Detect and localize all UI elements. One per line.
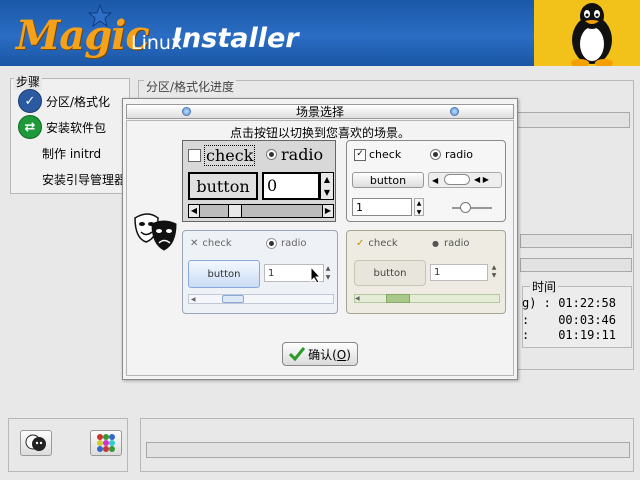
checkbox-label: check <box>202 238 232 249</box>
slider-knob[interactable] <box>460 202 471 213</box>
scroll-left-icon[interactable]: ◀ <box>188 204 200 218</box>
time-value: 01:22:58 <box>558 296 616 310</box>
radio-label: radio <box>443 238 470 249</box>
time-row-remaining: : 01:19:11 <box>522 328 616 342</box>
dialog-title: 场景选择 <box>295 105 344 119</box>
confirm-label: 确认(O) <box>308 347 351 362</box>
theater-masks-icon <box>134 213 177 251</box>
games-button[interactable] <box>90 430 122 456</box>
classic-spin-arrows-icon[interactable]: ▲ ▼ <box>320 172 334 200</box>
logo-magic-text: Magic <box>16 12 150 59</box>
blue-button[interactable]: button <box>188 260 260 288</box>
checkbox-icon <box>188 149 201 162</box>
star-icon <box>88 4 112 28</box>
time-row-used: : 00:03:46 <box>522 313 616 327</box>
blue-radio[interactable]: radio <box>266 238 306 249</box>
checkbox-label: check <box>368 238 398 249</box>
clean-button[interactable]: button <box>352 172 424 188</box>
theater-masks-icon <box>25 434 46 451</box>
green-check-icon <box>289 347 306 361</box>
cross-check-icon: ✕ <box>190 238 199 249</box>
overall-progress-bar <box>146 442 630 458</box>
checkbox-checked-icon: ✓ <box>354 148 366 161</box>
step-label: 安装引导管理器 <box>42 172 127 187</box>
scroll-right-icon[interactable]: ▶ <box>322 204 334 218</box>
beige-radio[interactable]: ● radio <box>432 238 469 249</box>
step-label: 制作 initrd <box>42 146 102 161</box>
tux-penguin-icon <box>571 3 613 67</box>
step-make-initrd: 制作 initrd <box>42 142 101 164</box>
clean-check[interactable]: ✓ check <box>354 148 401 161</box>
step-partition: ✓ 分区/格式化 <box>18 89 111 113</box>
blue-check[interactable]: ✕ check <box>190 238 232 249</box>
clean-radio[interactable]: radio <box>430 148 473 161</box>
scroll-thumb[interactable] <box>228 204 242 218</box>
beige-button[interactable]: button <box>354 260 426 286</box>
confirm-button[interactable]: 确认(O) <box>282 342 358 366</box>
scroll-arrows-icon: ◀ ▶ <box>474 175 489 184</box>
radio-icon <box>266 238 277 249</box>
scroll-thumb[interactable] <box>386 294 410 303</box>
scroll-thumb[interactable] <box>222 295 244 303</box>
clean-spin-input[interactable]: 1 <box>352 198 412 216</box>
beige-check[interactable]: ✓ check <box>356 238 398 249</box>
radio-label: radio <box>281 238 307 249</box>
radio-label: radio <box>281 145 324 164</box>
time-key: g) : <box>522 296 551 310</box>
step-install-bootloader: 安装引导管理器 <box>42 168 126 190</box>
clean-slider-track[interactable] <box>452 207 492 209</box>
scroll-thumb[interactable] <box>444 174 470 185</box>
mouse-pointer-icon <box>310 266 322 284</box>
checkbox-label: check <box>369 148 402 161</box>
time-value: 00:03:46 <box>558 313 616 327</box>
time-key: : <box>522 313 530 327</box>
titlebar-right-dot-icon <box>450 107 459 116</box>
time-panel-title: 时间 <box>530 278 559 295</box>
classic-scrollbar[interactable] <box>188 204 334 218</box>
time-row-elapsed: g) : 01:22:58 <box>522 296 616 310</box>
beige-spin-input[interactable]: 1 <box>430 264 488 281</box>
theme-button[interactable] <box>20 430 52 456</box>
classic-radio[interactable]: radio <box>266 145 323 164</box>
classic-spin-input[interactable]: 0 <box>262 172 320 200</box>
tux-logo-panel <box>534 0 640 67</box>
progress-bar-1 <box>520 234 632 248</box>
beige-scrollbar[interactable]: ◀ <box>354 294 500 303</box>
radio-dot-icon: ● <box>432 239 439 248</box>
radio-icon <box>266 149 277 160</box>
dialog-subtitle: 点击按钮以切换到您喜欢的场景。 <box>229 126 410 140</box>
classic-button[interactable]: button <box>188 172 258 200</box>
spin-arrows-icon[interactable]: ▲ ▼ <box>324 264 332 282</box>
spin-arrows-icon[interactable]: ▲ ▼ <box>414 198 424 216</box>
check-circle-icon: ✓ <box>18 89 42 113</box>
progress-panel-title: 分区/格式化进度 <box>144 78 237 95</box>
check-mark-icon: ✓ <box>356 238 365 249</box>
blue-scrollbar[interactable]: ◀ <box>188 294 334 304</box>
classic-check[interactable]: check <box>188 145 256 166</box>
checkbox-label: check <box>204 145 256 166</box>
step-label: 分区/格式化 <box>46 94 111 109</box>
logo-installer-text: Installer <box>172 23 299 54</box>
radio-label: radio <box>445 148 474 161</box>
steps-title: 步骤 <box>14 73 43 90</box>
spin-arrows-icon[interactable]: ▲ ▼ <box>490 264 498 281</box>
marbles-icon <box>97 434 115 452</box>
radio-icon <box>430 149 441 160</box>
swap-arrows-icon: ⇄ <box>18 115 42 139</box>
time-value: 01:19:11 <box>558 328 616 342</box>
step-install-packages: ⇄ 安装软件包 <box>18 115 107 139</box>
step-label: 安装软件包 <box>46 120 107 135</box>
time-key: : <box>522 328 530 342</box>
progress-bar-2 <box>520 258 632 272</box>
titlebar-left-dot-icon <box>182 107 191 116</box>
